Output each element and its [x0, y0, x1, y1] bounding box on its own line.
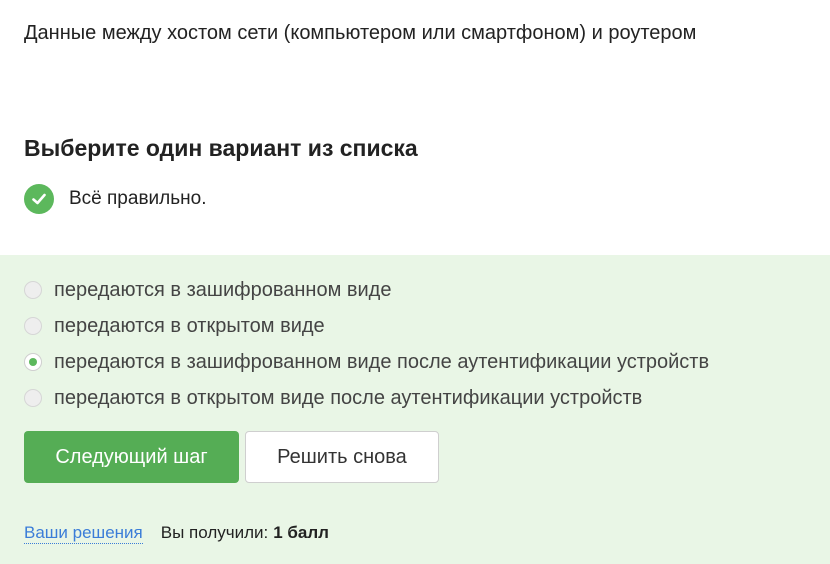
retry-button[interactable]: Решить снова [245, 431, 439, 483]
radio-button[interactable] [24, 353, 42, 371]
option-label: передаются в зашифрованном виде после ау… [54, 350, 710, 373]
option-3[interactable]: передаются в зашифрованном виде после ау… [24, 344, 709, 380]
answer-panel: передаются в зашифрованном виде передают… [0, 255, 830, 564]
feedback-status: Всё правильно. [24, 184, 206, 214]
radio-button[interactable] [24, 389, 42, 407]
score-label: Вы получили: [160, 523, 269, 542]
option-label: передаются в открытом виде [54, 314, 325, 337]
score-value: 1 балл [273, 523, 329, 542]
radio-button[interactable] [24, 281, 42, 299]
task-heading: Выберите один вариант из списка [24, 135, 418, 161]
option-4[interactable]: передаются в открытом виде после аутенти… [24, 380, 709, 416]
option-2[interactable]: передаются в открытом виде [24, 308, 709, 344]
next-step-button[interactable]: Следующий шаг [24, 431, 239, 483]
option-label: передаются в зашифрованном виде [54, 278, 392, 301]
option-label: передаются в открытом виде после аутенти… [54, 386, 643, 409]
question-text: Данные между хостом сети (компьютером ил… [24, 22, 697, 44]
radio-button[interactable] [24, 317, 42, 335]
feedback-text: Всё правильно. [69, 188, 207, 209]
action-buttons: Следующий шаг Решить снова [24, 431, 439, 483]
options-list: передаются в зашифрованном виде передают… [24, 272, 709, 416]
check-circle-icon [24, 184, 54, 214]
result-footer: Ваши решения Вы получили: 1 балл [24, 523, 329, 544]
solutions-link[interactable]: Ваши решения [24, 523, 143, 544]
option-1[interactable]: передаются в зашифрованном виде [24, 272, 709, 308]
